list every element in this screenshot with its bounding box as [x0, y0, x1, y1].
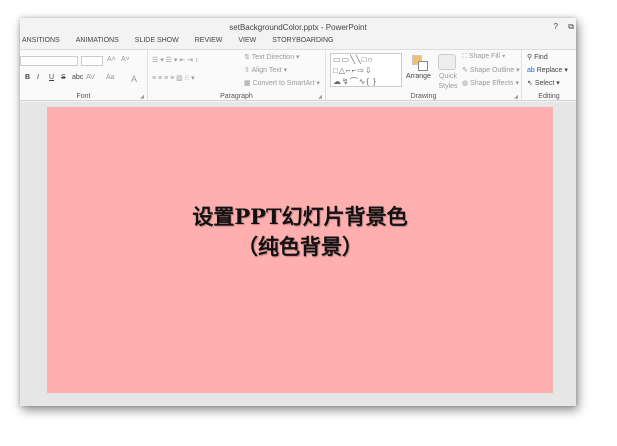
drawing-dialog-launcher[interactable]: ◢ [514, 94, 518, 100]
char-spacing-button[interactable]: AV [86, 74, 95, 81]
shadow-button[interactable]: abc [72, 74, 83, 81]
tab-animations[interactable]: ANIMATIONS [68, 37, 127, 44]
slide-canvas: 设置PPT幻灯片背景色 （纯色背景） [20, 102, 576, 406]
text-direction-button[interactable]: ⇅ Text Direction ▾ [244, 53, 300, 61]
change-case-button[interactable]: Aa [106, 74, 115, 81]
shape-effects-button[interactable]: ◍ Shape Effects ▾ [462, 79, 519, 87]
restore-button[interactable]: ⧉ [568, 22, 574, 32]
shrink-font-button[interactable]: A˅ [121, 56, 130, 63]
shape-effects-label: Shape Effects [470, 80, 514, 87]
powerpoint-window: setBackgroundColor.pptx - PowerPoint ? ⧉… [20, 18, 576, 406]
slide[interactable]: 设置PPT幻灯片背景色 （纯色背景） [47, 107, 553, 393]
tab-view[interactable]: VIEW [230, 37, 264, 44]
cursor-icon: ⇖ [527, 80, 533, 87]
drawing-group: ▭▭╲╲□○ □△⌐⌐⇨⇩ ☁↯⌒∿{ } Arrange Quick Styl… [326, 50, 522, 102]
italic-button[interactable]: I [37, 74, 39, 81]
quick-styles-icon [438, 54, 456, 70]
shape-outline-label: Shape Outline [469, 67, 515, 74]
tab-storyboarding[interactable]: STORYBOARDING [264, 37, 341, 44]
font-dialog-launcher[interactable]: ◢ [140, 94, 144, 100]
replace-icon: ab [527, 67, 535, 74]
font-group-label: Font [76, 93, 91, 100]
paragraph-group-label: Paragraph [220, 93, 253, 100]
font-size-box[interactable] [81, 56, 103, 66]
tab-review[interactable]: REVIEW [187, 37, 231, 44]
help-button[interactable]: ? [554, 22, 558, 31]
font-group: A˄ A˅ B I U S abc AV Aa A Font ◢ [20, 50, 148, 102]
align-text-button[interactable]: ⇳ Align Text ▾ [244, 66, 287, 74]
arrange-button[interactable]: Arrange [406, 73, 431, 80]
convert-smartart-button[interactable]: ▦ Convert to SmartArt ▾ [244, 79, 320, 87]
shape-outline-button[interactable]: ✎ Shape Outline ▾ [462, 66, 520, 74]
select-label: Select [534, 80, 555, 87]
convert-smartart-label: Convert to SmartArt [252, 80, 315, 87]
editing-group-label: Editing [538, 93, 560, 100]
shape-fill-button[interactable]: ⛶ Shape Fill ▾ [462, 53, 505, 61]
tab-transitions[interactable]: ANSITIONS [20, 37, 68, 44]
find-button[interactable]: ⚲ Find [527, 53, 548, 61]
binoculars-icon: ⚲ [527, 54, 533, 61]
shapes-gallery[interactable]: ▭▭╲╲□○ □△⌐⌐⇨⇩ ☁↯⌒∿{ } [330, 53, 402, 87]
select-button[interactable]: ⇖ Select ▾ [527, 79, 560, 87]
replace-button[interactable]: ab Replace ▾ [527, 66, 568, 74]
editing-group: ⚲ Find ab Replace ▾ ⇖ Select ▾ Editing [522, 50, 576, 102]
find-label: Find [534, 54, 548, 61]
slide-title-line2: （纯色背景） [237, 234, 363, 259]
underline-button[interactable]: U [49, 74, 54, 81]
quick-styles-button[interactable]: Quick Styles [438, 72, 458, 92]
font-color-button[interactable]: A [131, 74, 137, 84]
slide-title[interactable]: 设置PPT幻灯片背景色 （纯色背景） [47, 202, 553, 262]
bullets-button[interactable]: ☰ ▾ ☰ ▾ ⇤ ⇥ ↕ [152, 56, 198, 64]
align-buttons[interactable]: ≡ ≡ ≡ ≡ ▥ ⁝⁝ ▾ [152, 74, 195, 82]
ribbon-tabs: ANSITIONS ANIMATIONS SLIDE SHOW REVIEW V… [20, 37, 341, 44]
paragraph-group: ☰ ▾ ☰ ▾ ⇤ ⇥ ↕ ≡ ≡ ≡ ≡ ▥ ⁝⁝ ▾ ⇅ Text Dire… [148, 50, 326, 102]
text-direction-label: Text Direction [251, 54, 295, 61]
drawing-group-label: Drawing [410, 93, 437, 100]
ribbon: A˄ A˅ B I U S abc AV Aa A Font ◢ ☰ ▾ ☰ ▾… [20, 49, 576, 102]
arrange-icon [412, 55, 428, 71]
slide-title-line1: 设置PPT幻灯片背景色 [192, 204, 408, 229]
font-name-box[interactable] [20, 56, 78, 66]
bold-button[interactable]: B [25, 74, 30, 81]
window-title: setBackgroundColor.pptx - PowerPoint [229, 23, 367, 32]
paragraph-dialog-launcher[interactable]: ◢ [318, 94, 322, 100]
shape-fill-label: Shape Fill [468, 53, 500, 60]
replace-label: Replace [536, 67, 563, 74]
strikethrough-button[interactable]: S [61, 74, 66, 81]
grow-font-button[interactable]: A˄ [107, 56, 116, 63]
tab-slide-show[interactable]: SLIDE SHOW [127, 37, 187, 44]
align-text-label: Align Text [251, 67, 282, 74]
